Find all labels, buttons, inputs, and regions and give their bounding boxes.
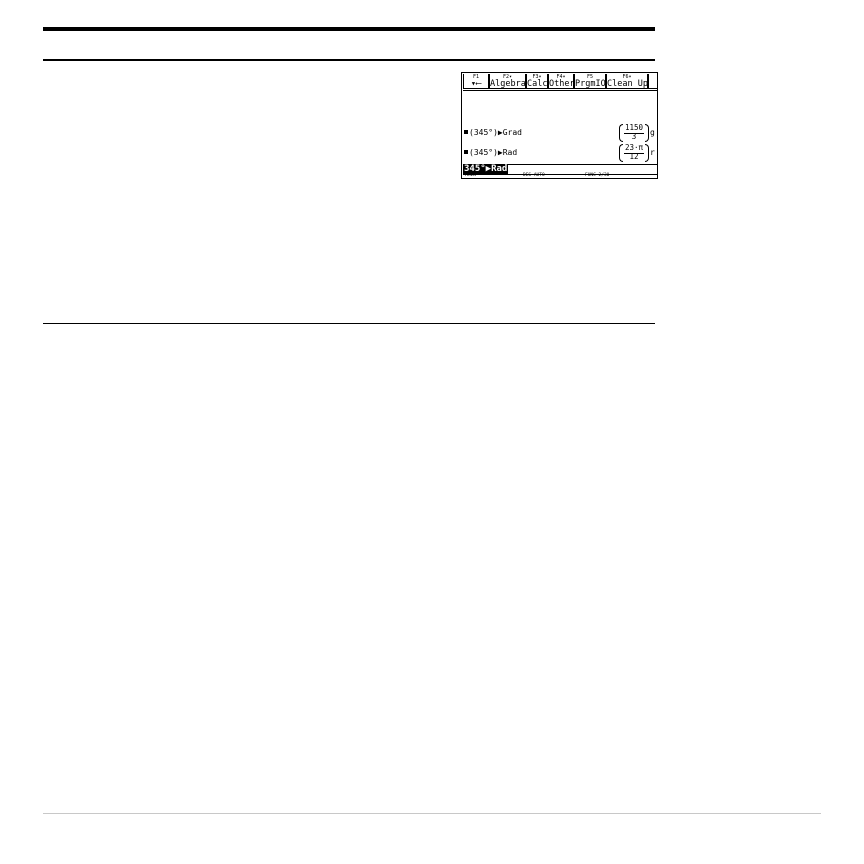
toolbar: F1 ▾⟵ F2▾ Algebra F3▾ Calc F4▾ Other F5 … <box>463 74 657 91</box>
calc-label: Calc <box>527 79 548 89</box>
tool-prgmio-button[interactable]: F5 PrgmIO <box>574 74 606 89</box>
history-input-2: (345°)▶Rad <box>469 148 518 157</box>
other-label: Other <box>549 79 575 89</box>
status-bar: MAIN DEG AUTO FUNC 2/30 <box>463 173 657 178</box>
f1-label: ▾⟵ <box>470 79 482 89</box>
tool-cleanup-button[interactable]: F6▾ Clean Up <box>606 74 648 89</box>
tool-f1-button[interactable]: F1 ▾⟵ <box>463 74 489 89</box>
result-unit-2: r <box>650 148 655 157</box>
top-rule-thick <box>43 27 655 31</box>
result-denominator-2: 12 <box>629 152 639 161</box>
cleanup-label: Clean Up <box>607 79 648 89</box>
history-entry-1[interactable]: (345°)▶Grad <box>464 128 522 138</box>
history-result-2[interactable]: 23·π 12 <box>619 144 649 162</box>
history-entry-2[interactable]: (345°)▶Rad <box>464 148 517 158</box>
bullet-icon <box>464 130 468 134</box>
result-numerator-2: 23·π <box>624 143 644 152</box>
history-input-1: (345°)▶Grad <box>469 128 522 137</box>
status-folder: MAIN <box>465 173 476 178</box>
top-rule <box>43 59 655 61</box>
result-denominator-1: 3 <box>631 132 637 141</box>
status-mode: DEG AUTO <box>523 173 545 178</box>
result-numerator-1: 1150 <box>624 123 644 132</box>
footer-rule <box>43 813 821 814</box>
tool-algebra-button[interactable]: F2▾ Algebra <box>489 74 526 89</box>
algebra-label: Algebra <box>490 79 526 89</box>
right-paren <box>645 144 649 162</box>
prgmio-label: PrgmIO <box>575 79 606 89</box>
tool-empty-slot <box>648 74 657 89</box>
result-unit-1: g <box>650 128 655 137</box>
status-func: FUNC 2/30 <box>585 173 610 178</box>
right-paren <box>645 124 649 142</box>
history-result-1[interactable]: 1150 3 <box>619 124 649 142</box>
tool-calc-button[interactable]: F3▾ Calc <box>526 74 548 89</box>
bullet-icon <box>464 150 468 154</box>
calculator-screen: F1 ▾⟵ F2▾ Algebra F3▾ Calc F4▾ Other F5 … <box>461 72 658 179</box>
section-rule <box>43 323 655 324</box>
tool-other-button[interactable]: F4▾ Other <box>548 74 575 89</box>
